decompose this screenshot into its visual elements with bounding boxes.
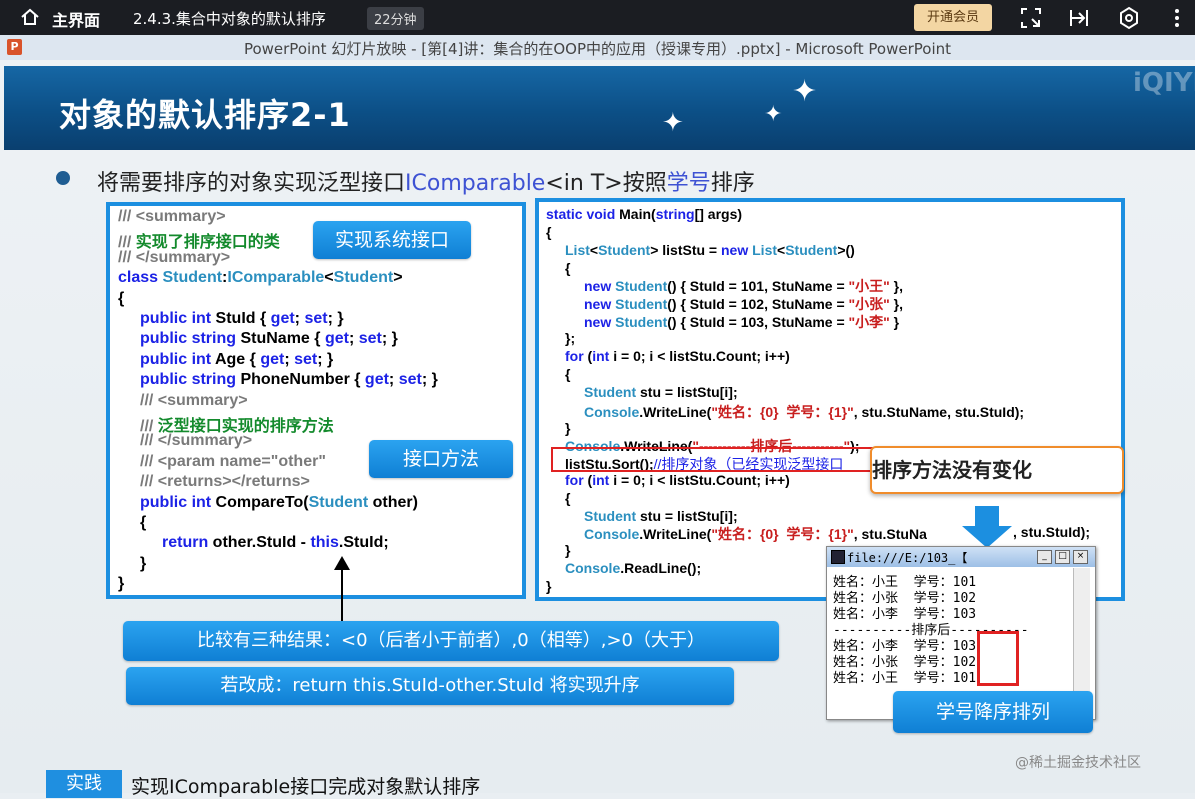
code-line: { (565, 366, 571, 382)
code-line: public string StuName { get; set; } (140, 330, 398, 348)
code-line: /// </summary> (140, 432, 253, 450)
site-watermark: @稀土掘金技术社区 (1015, 755, 1141, 771)
console-title: file:///E:/103_【 (847, 551, 968, 565)
slide-title-banner: 对象的默认排序2-1 ✦ ✦ ✦ (4, 66, 1195, 150)
console-app-icon (831, 550, 845, 564)
bullet-dot (56, 171, 70, 185)
code-line-tail: , stu.StuId); (1013, 524, 1090, 540)
callout-interface-method: 接口方法 (369, 440, 513, 478)
code-line: static void Main(string[] args) (546, 206, 743, 222)
star-icon: ✦ (792, 74, 818, 109)
code-line: new Student() { StuId = 102, StuName = "… (584, 296, 904, 312)
code-line: public int Age { get; set; } (140, 350, 334, 368)
window-title-bar: P PowerPoint 幻灯片放映 - [第[4]讲：集合的在OOP中的应用（… (0, 35, 1195, 60)
home-icon[interactable] (20, 7, 40, 27)
code-line: Student stu = listStu[i]; (584, 384, 738, 400)
video-title: 2.4.3.集合中对象的默认排序 (133, 10, 326, 28)
duration-badge: 22分钟 (367, 7, 424, 30)
main-method-code-panel: static void Main(string[] args) { List<Stu… (535, 198, 1125, 601)
sort-call-highlight (551, 447, 881, 472)
callout-no-change: 排序方法没有变化 (870, 446, 1124, 494)
code-line: Console.ReadLine(); (565, 560, 702, 576)
vip-button[interactable]: 开通会员 (914, 4, 992, 31)
player-top-bar: 主界面 2.4.3.集合中对象的默认排序 22分钟 开通会员 (0, 0, 1195, 35)
code-line: public string PhoneNumber { get; set; } (140, 371, 438, 389)
code-line: } (118, 575, 125, 593)
console-line: 姓名：小王 学号：101 (833, 671, 977, 686)
code-line: return other.StuId - this.StuId; (162, 534, 389, 552)
practice-badge: 实践 (46, 770, 122, 798)
code-line: { (546, 224, 552, 240)
code-line: /// <param name="other" (140, 452, 326, 470)
code-line: } (565, 542, 571, 558)
more-icon[interactable] (1165, 6, 1189, 30)
console-title-bar: file:///E:/103_【 _ □ × (827, 547, 1095, 567)
code-line: }; (565, 330, 576, 346)
close-icon[interactable]: × (1073, 550, 1088, 564)
student-class-code-panel: /// <summary>/// 实现了排序接口的类/// </summary>… (106, 202, 526, 599)
maximize-icon[interactable]: □ (1055, 550, 1070, 564)
bullet-text: 将需要排序的对象实现泛型接口IComparable<in T>按照学号排序 (97, 171, 755, 196)
settings-icon[interactable] (1117, 6, 1141, 30)
minimize-icon[interactable]: _ (1037, 550, 1052, 564)
code-line: public int CompareTo(Student other) (140, 493, 418, 511)
code-line: Student stu = listStu[i]; (584, 508, 738, 524)
code-line: List<Student> listStu = new List<Student… (565, 242, 855, 258)
callout-ascending-tip: 若改成：return this.StuId-other.StuId 将实现升序 (126, 667, 734, 705)
slide-title: 对象的默认排序2-1 (59, 96, 351, 134)
code-line: Console.WriteLine("姓名：{0} 学号：{1}", stu.S… (584, 526, 927, 542)
share-icon[interactable] (1067, 6, 1091, 30)
code-line: new Student() { StuId = 103, StuName = "… (584, 314, 900, 330)
home-link[interactable]: 主界面 (52, 7, 100, 31)
code-line: { (118, 289, 125, 307)
up-arrow-line (341, 560, 343, 622)
code-line: } (565, 420, 571, 436)
callout-descending: 学号降序排列 (893, 691, 1093, 733)
callout-implement-interface: 实现系统接口 (313, 221, 471, 259)
code-line: Console.WriteLine("姓名：{0} 学号：{1}", stu.S… (584, 404, 1025, 420)
code-line: new Student() { StuId = 101, StuName = "… (584, 278, 904, 294)
practice-text: 实现IComparable接口完成对象默认排序 (131, 776, 481, 798)
code-line: /// </summary> (118, 248, 231, 266)
code-line: class Student:IComparable<Student> (118, 269, 403, 287)
code-line: /// <summary> (118, 208, 226, 225)
code-line: public int StuId { get; set; } (140, 310, 344, 327)
iqiyi-watermark-logo: iQIYI (1133, 68, 1195, 98)
code-line: /// <summary> (140, 391, 248, 409)
down-arrow-icon (962, 506, 1012, 548)
code-line: for (int i = 0; i < listStu.Count; i++) (565, 472, 790, 488)
code-line: { (565, 490, 571, 506)
code-line: /// <returns></returns> (140, 473, 310, 491)
code-line: { (565, 260, 571, 276)
code-line: { (140, 514, 147, 531)
code-line: for (int i = 0; i < listStu.Count; i++) (565, 348, 790, 364)
star-icon: ✦ (662, 108, 684, 138)
sorted-ids-highlight (977, 631, 1019, 686)
minimize-player-icon[interactable] (1019, 6, 1043, 30)
window-title: PowerPoint 幻灯片放映 - [第[4]讲：集合的在OOP中的应用（授课… (243, 40, 952, 58)
code-line: } (546, 578, 552, 594)
callout-compare-results: 比较有三种结果：<0（后者小于前者）,0（相等）,>0（大于） (123, 621, 779, 661)
star-icon: ✦ (764, 102, 783, 127)
code-line: } (140, 554, 147, 572)
